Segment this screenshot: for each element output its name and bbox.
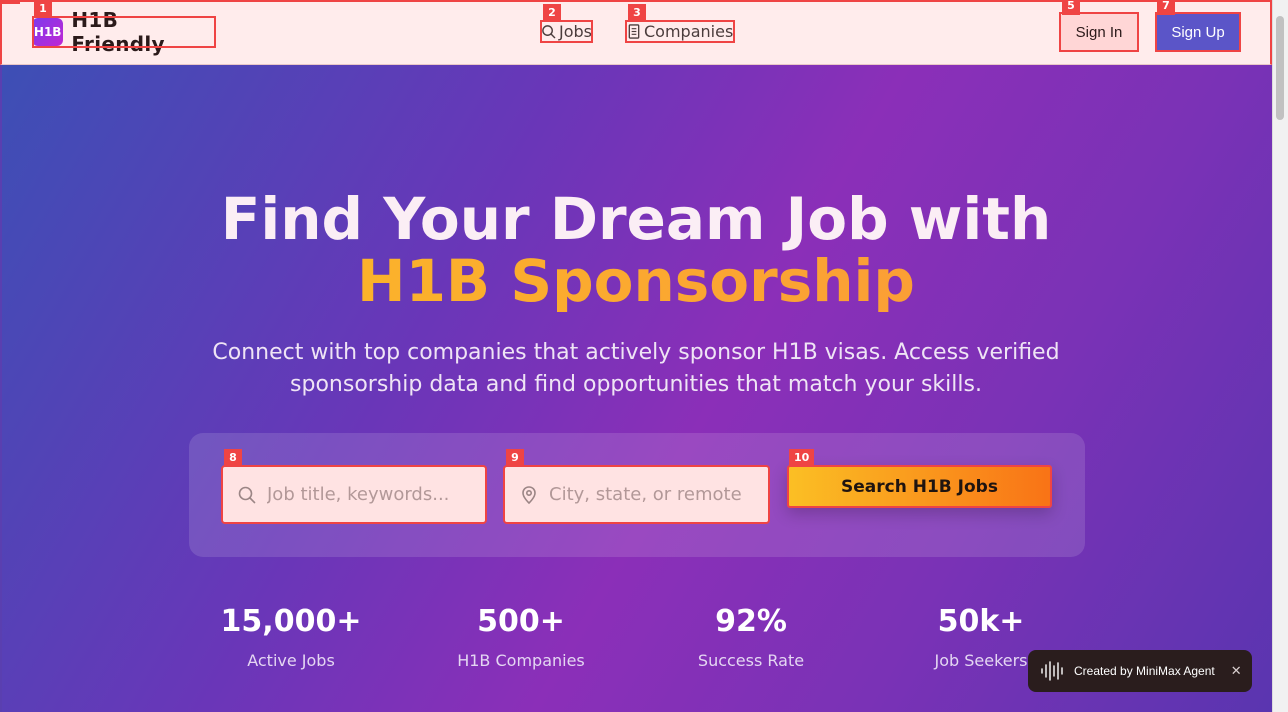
corner-marker (0, 0, 20, 4)
highlight-box (32, 16, 216, 48)
marker-8: 8 (224, 449, 242, 467)
location-input[interactable] (549, 484, 749, 505)
highlight-box (625, 20, 735, 43)
stat-value: 15,000+ (220, 604, 362, 639)
sign-up-button[interactable]: Sign Up (1155, 12, 1241, 52)
page: H1B H1B Friendly 1 Jobs 2 Companies 3 Si… (0, 0, 1288, 712)
stat-value: 500+ (477, 604, 565, 639)
stat-active-jobs: 15,000+ Active Jobs (191, 603, 391, 670)
marker-10: 10 (789, 449, 815, 467)
hero-title-highlight: H1B Sponsorship (0, 250, 1272, 312)
stat-success-rate: 92% Success Rate (651, 603, 851, 670)
search-jobs-button[interactable]: Search H1B Jobs (787, 465, 1052, 508)
highlight-box (540, 20, 593, 43)
scrollbar-thumb[interactable] (1276, 16, 1284, 120)
toast-label: Created by MiniMax Agent (1074, 664, 1215, 678)
stat-value: 92% (715, 604, 787, 639)
search-icon (238, 486, 256, 503)
marker-7: 7 (1157, 0, 1175, 15)
close-icon[interactable]: ✕ (1231, 663, 1242, 679)
minimax-toast: Created by MiniMax Agent ✕ (1028, 650, 1252, 692)
hero-title-line1: Find Your Dream Job with (220, 185, 1052, 253)
marker-5: 5 (1062, 0, 1080, 15)
map-pin-icon (522, 485, 536, 504)
stat-h1b-companies: 500+ H1B Companies (421, 603, 621, 670)
keyword-input[interactable] (267, 484, 467, 505)
marker-2: 2 (543, 4, 561, 22)
marker-9: 9 (506, 449, 524, 467)
stat-value: 50k+ (937, 604, 1025, 639)
sign-in-button[interactable]: Sign In (1059, 12, 1139, 52)
stat-label: Success Rate (697, 651, 805, 670)
location-field[interactable] (503, 465, 770, 524)
marker-1: 1 (34, 0, 52, 18)
stat-label: H1B Companies (457, 651, 585, 670)
hero-subtitle: Connect with top companies that actively… (212, 340, 1060, 397)
stat-label: Active Jobs (247, 651, 335, 670)
keyword-field[interactable] (221, 465, 487, 524)
marker-3: 3 (628, 4, 646, 22)
waveform-icon (1041, 661, 1063, 681)
hero-title: Find Your Dream Job with H1B Sponsorship (0, 188, 1272, 312)
